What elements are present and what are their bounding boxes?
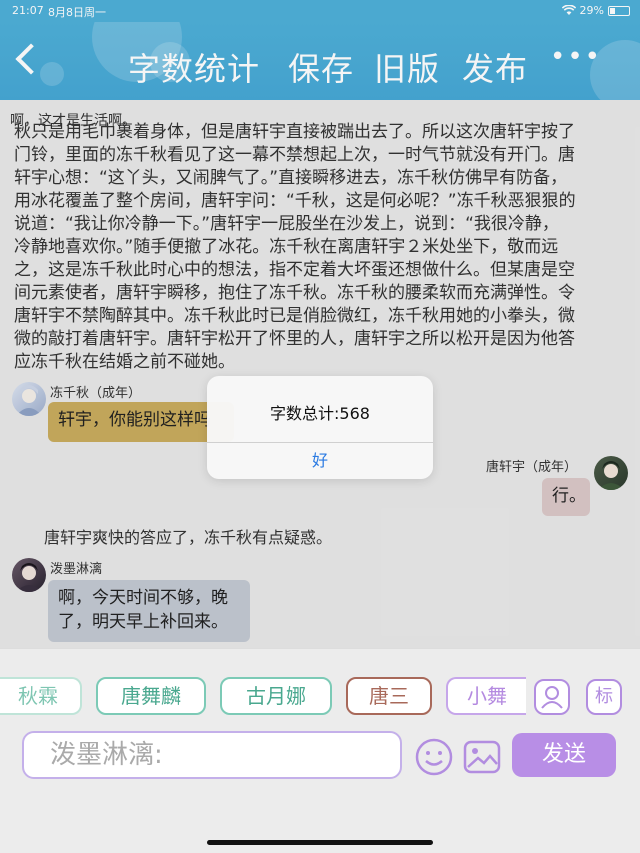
character-chip[interactable]: 秋霖 <box>0 677 82 715</box>
home-indicator <box>207 840 433 845</box>
send-button[interactable]: 发送 <box>512 733 616 777</box>
input-panel: 秋霖 唐舞麟 古月娜 唐三 小舞 标 泼墨淋漓: 发送 <box>0 648 640 853</box>
tag-button[interactable]: 标 <box>586 679 622 715</box>
character-chip[interactable]: 古月娜 <box>220 677 332 715</box>
emoji-icon[interactable] <box>414 737 454 777</box>
character-chip[interactable]: 唐舞麟 <box>96 677 206 715</box>
image-icon[interactable] <box>462 737 502 777</box>
message-input[interactable]: 泼墨淋漓: <box>22 731 402 779</box>
character-chip[interactable]: 小舞 <box>446 677 526 715</box>
role-manage-button[interactable] <box>534 679 570 715</box>
user-icon <box>541 686 563 709</box>
word-count-dialog: 字数总计:568 好 <box>207 376 433 479</box>
dialog-message: 字数总计:568 <box>270 404 370 423</box>
ok-button[interactable]: 好 <box>207 442 433 479</box>
character-chip[interactable]: 唐三 <box>346 677 432 715</box>
